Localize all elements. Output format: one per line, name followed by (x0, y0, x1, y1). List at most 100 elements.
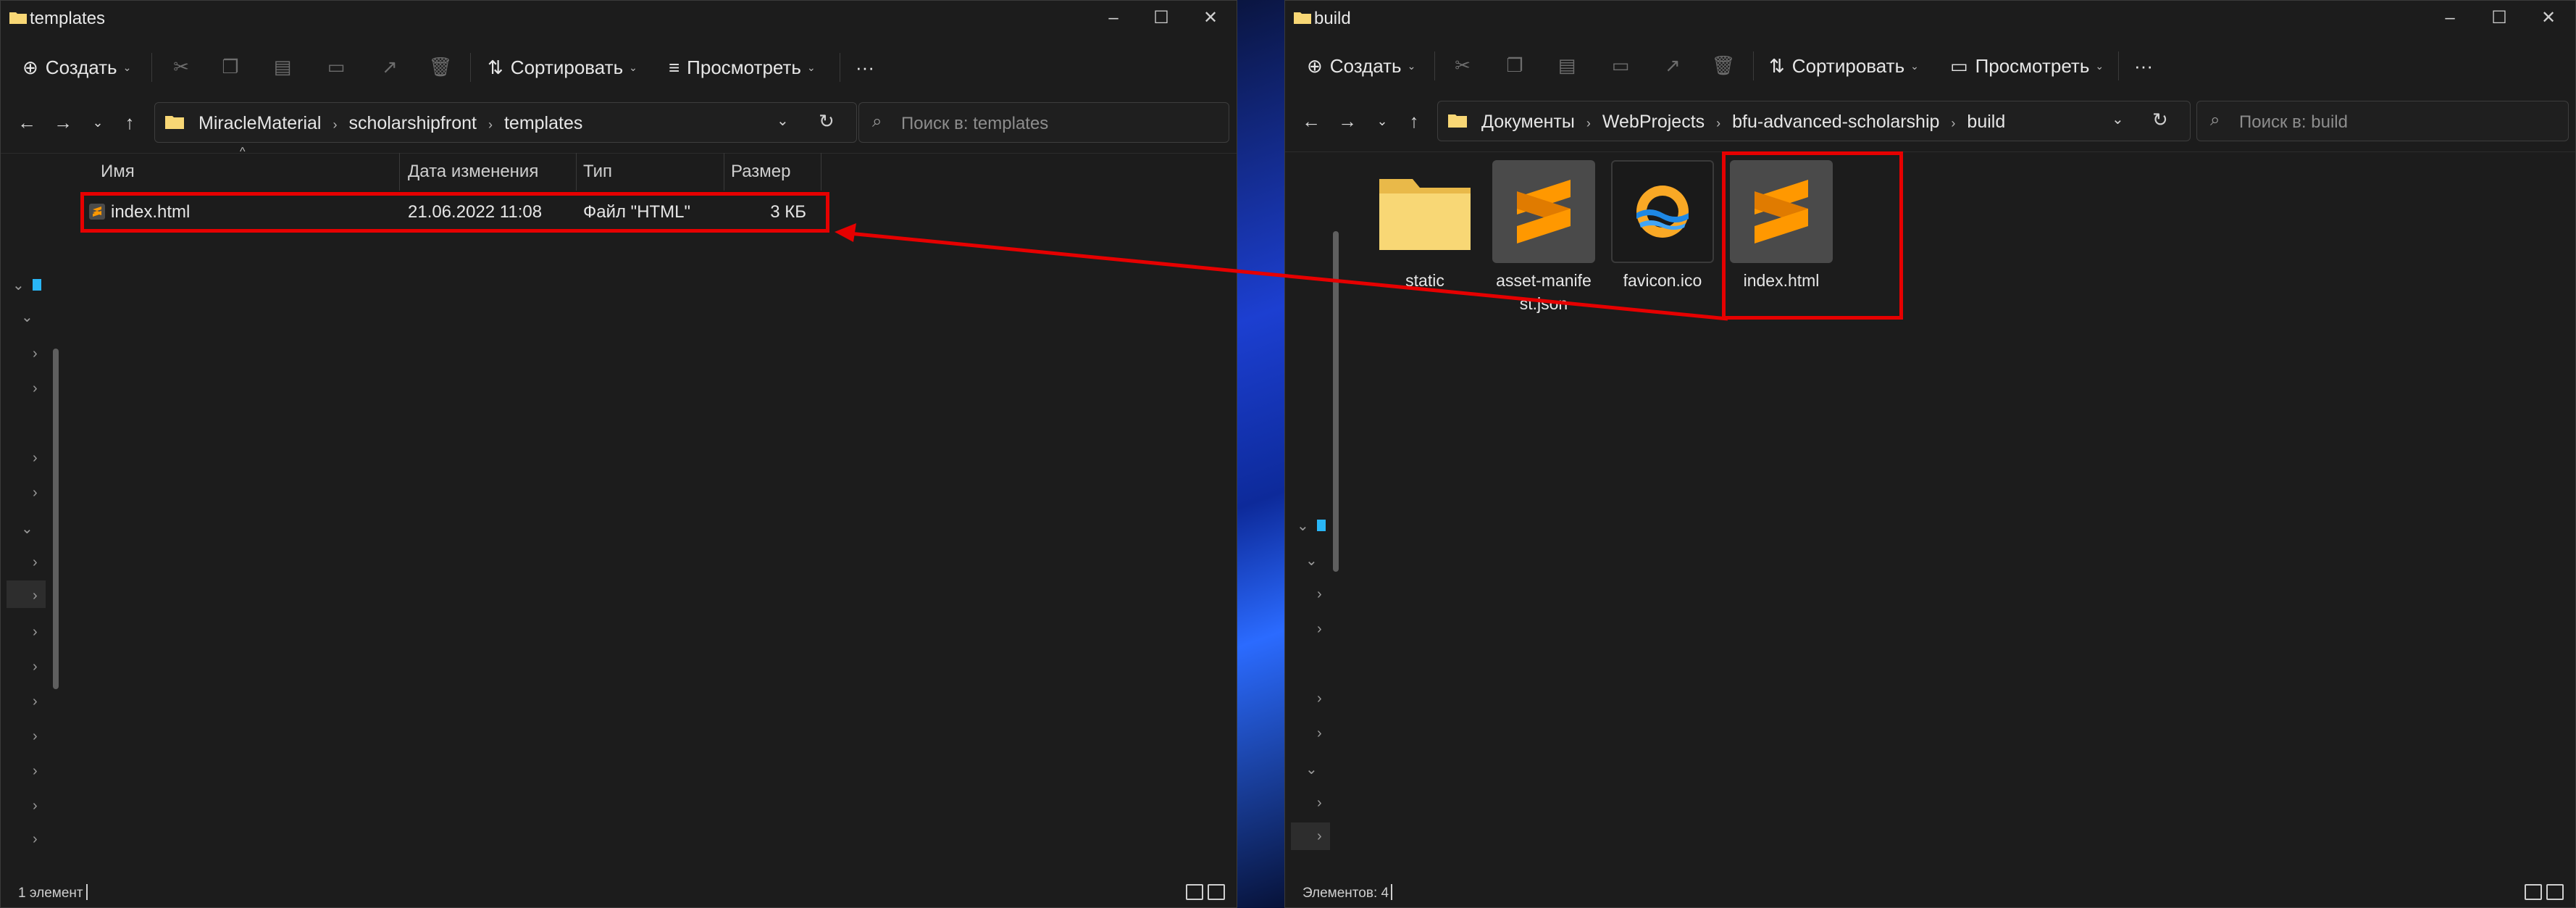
favicon-icon (1611, 160, 1714, 263)
refresh-icon[interactable]: ↻ (819, 110, 835, 133)
chevron-right-icon[interactable]: › (1317, 586, 1322, 603)
delete-icon[interactable]: 🗑 (1711, 53, 1736, 78)
sort-button[interactable]: ⇅ Сортировать ⌄ (488, 51, 637, 83)
breadcrumb-item[interactable]: Документы (1481, 112, 1575, 132)
chevron-right-icon[interactable]: › (1317, 828, 1322, 845)
column-header-type[interactable]: Тип (583, 154, 612, 189)
chevron-right-icon[interactable]: › (33, 728, 38, 745)
scrollbar[interactable] (1333, 231, 1339, 572)
details-view-icon[interactable] (1186, 884, 1203, 900)
tile-file-favicon[interactable]: favicon.ico (1608, 160, 1717, 292)
tile-folder-static[interactable]: static (1371, 160, 1479, 292)
breadcrumb-item[interactable]: scholarshipfront (348, 113, 476, 133)
chevron-right-icon[interactable]: › (33, 554, 38, 571)
chevron-right-icon[interactable]: › (1317, 795, 1322, 812)
column-divider[interactable] (399, 153, 400, 191)
chevron-right-icon[interactable]: › (33, 450, 38, 467)
forward-arrow-icon[interactable]: → (47, 107, 79, 138)
cut-icon[interactable]: ✂ (169, 54, 193, 79)
view-button[interactable]: ≡ Просмотреть ⌄ (669, 51, 816, 83)
chevron-right-icon[interactable]: › (33, 346, 38, 362)
chevron-right-icon[interactable]: › (1317, 691, 1322, 707)
breadcrumb-item[interactable]: MiracleMaterial (198, 113, 321, 133)
close-button[interactable]: ✕ (2528, 5, 2569, 31)
create-button[interactable]: ⊕ Создать ⌄ (1307, 50, 1415, 82)
search-input[interactable]: ⌕ Поиск в: build (2196, 101, 2569, 141)
forward-arrow-icon[interactable]: → (1331, 105, 1363, 137)
chevron-right-icon[interactable]: › (33, 485, 38, 501)
address-dropdown-icon[interactable]: ⌄ (777, 112, 789, 130)
up-arrow-icon[interactable]: ↑ (1398, 105, 1430, 137)
details-view-icon[interactable] (2525, 884, 2542, 900)
refresh-icon[interactable]: ↻ (2152, 109, 2168, 131)
recent-chevron-icon[interactable]: ⌄ (82, 107, 114, 138)
breadcrumb-item[interactable]: templates (504, 113, 582, 133)
tiles-view-icon[interactable] (1208, 884, 1225, 900)
more-options-button[interactable]: ··· (2134, 50, 2153, 82)
chevron-right-icon[interactable]: › (33, 798, 38, 815)
column-header-name[interactable]: Имя (101, 154, 135, 189)
sort-button[interactable]: ⇅ Сортировать ⌄ (1769, 50, 1919, 82)
chevron-down-icon[interactable]: ⌄ (21, 520, 33, 538)
column-header-size[interactable]: Размер (731, 154, 791, 189)
address-dropdown-icon[interactable]: ⌄ (2112, 110, 2124, 128)
chevron-right-icon[interactable]: › (33, 831, 38, 848)
chevron-down-icon[interactable]: ⌄ (1297, 517, 1309, 535)
minimize-button[interactable]: – (2430, 5, 2470, 31)
paste-icon[interactable]: ▤ (1555, 53, 1579, 78)
chevron-right-icon[interactable]: › (33, 694, 38, 710)
create-button[interactable]: ⊕ Создать ⌄ (22, 51, 131, 83)
chevron-down-icon[interactable]: ⌄ (1305, 760, 1318, 778)
back-arrow-icon[interactable]: ← (11, 107, 43, 138)
view-button[interactable]: ▭ Просмотреть ⌄ (1950, 50, 2104, 82)
up-arrow-icon[interactable]: ↑ (114, 107, 146, 138)
chevron-right-icon[interactable]: › (33, 380, 38, 397)
column-header-date[interactable]: Дата изменения (408, 154, 538, 189)
sort-label: Сортировать (510, 56, 624, 78)
title-bar[interactable]: templates – ☐ ✕ (1, 1, 1237, 36)
breadcrumb-item[interactable]: build (1967, 112, 2005, 132)
share-icon[interactable]: ↗ (377, 54, 402, 79)
chevron-right-icon: › (333, 117, 338, 132)
tile-label: asset-manifest.json (1496, 271, 1592, 313)
nav-selected-item[interactable] (7, 580, 46, 608)
address-bar[interactable]: Документы › WebProjects › bfu-advanced-schol… (1437, 101, 2191, 141)
delete-icon[interactable]: 🗑 (428, 54, 453, 79)
chevron-down-icon[interactable]: ⌄ (1305, 551, 1318, 570)
breadcrumb-item[interactable]: bfu-advanced-scholarship (1732, 112, 1939, 132)
title-bar[interactable]: build – ☐ ✕ (1285, 1, 2575, 36)
divider (1434, 51, 1435, 80)
share-icon[interactable]: ↗ (1660, 53, 1685, 78)
minimize-button[interactable]: – (1093, 5, 1134, 31)
rename-icon[interactable]: ▭ (1608, 53, 1633, 78)
nav-selected-item[interactable] (1291, 822, 1330, 850)
cut-icon[interactable]: ✂ (1450, 53, 1475, 78)
chevron-right-icon[interactable]: › (33, 588, 38, 604)
tiles-view-icon[interactable] (2546, 884, 2564, 900)
recent-chevron-icon[interactable]: ⌄ (1366, 105, 1398, 137)
scrollbar[interactable] (53, 349, 59, 689)
chevron-down-icon[interactable]: ⌄ (12, 276, 25, 294)
address-bar[interactable]: MiracleMaterial › scholarshipfront › templat… (154, 102, 857, 143)
sort-label: Сортировать (1791, 54, 1905, 77)
chevron-right-icon[interactable]: › (33, 763, 38, 780)
search-input[interactable]: ⌕ Поиск в: templates (858, 102, 1229, 143)
back-arrow-icon[interactable]: ← (1295, 105, 1327, 137)
maximize-button[interactable]: ☐ (1141, 5, 1182, 31)
chevron-right-icon[interactable]: › (33, 624, 38, 641)
copy-icon[interactable]: ❐ (1502, 53, 1527, 78)
tile-file-asset-manifest[interactable]: asset-manifest.json (1489, 160, 1598, 315)
chevron-right-icon[interactable]: › (1317, 621, 1322, 638)
paste-icon[interactable]: ▤ (270, 54, 295, 79)
more-options-button[interactable]: ··· (856, 51, 874, 83)
copy-icon[interactable]: ❐ (218, 54, 243, 79)
chevron-right-icon[interactable]: › (1317, 725, 1322, 742)
breadcrumb-item[interactable]: WebProjects (1602, 112, 1705, 132)
folder-icon (1294, 12, 1311, 24)
column-divider[interactable] (576, 153, 577, 191)
close-button[interactable]: ✕ (1190, 5, 1231, 31)
rename-icon[interactable]: ▭ (324, 54, 348, 79)
chevron-right-icon[interactable]: › (33, 659, 38, 675)
maximize-button[interactable]: ☐ (2479, 5, 2519, 31)
chevron-down-icon[interactable]: ⌄ (21, 308, 33, 326)
